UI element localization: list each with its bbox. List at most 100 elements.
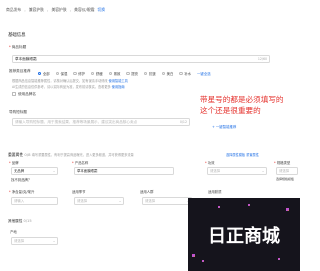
spec-label-text: 规格类型: [276, 161, 291, 165]
brand-name-checkbox[interactable]: [12, 92, 16, 96]
required-mark: *: [274, 161, 276, 165]
people-label: 适用人群: [140, 190, 154, 194]
breadcrumb-item[interactable]: 兼容护肤: [29, 7, 44, 13]
select-all-link[interactable]: 一键全选: [197, 71, 211, 76]
switch-category-link[interactable]: 切换: [97, 7, 105, 13]
radio-icon: [38, 71, 42, 76]
spec-label: *规格类型: [274, 160, 290, 165]
product-name-label-text: 产品名称: [74, 161, 89, 165]
season-select[interactable]: 请选择 ⌄: [74, 197, 124, 205]
attributes-header: 重要属性 0/8 填写重要属性，有利于提高商品曝光，进入更多频道，并可获得更多流…: [8, 152, 134, 158]
other-attributes-header: 其他属性 0/15: [8, 219, 32, 224]
radio-icon: [73, 71, 77, 76]
smart-tool-link[interactable]: 使用智能工具: [109, 79, 128, 83]
reset-attributes-link[interactable]: 重置属性: [246, 153, 259, 157]
breadcrumb: 商品发布 › 兼容护肤 › 美容护肤 › 美容仪/眼霜 切换: [6, 7, 105, 13]
attributes-hint: 填写重要属性，有利于提高商品曝光，进入更多频道，并可获得更多流量: [31, 153, 134, 157]
brand-name-checkbox-label: 使用品牌名: [18, 91, 36, 96]
title-input[interactable]: 草本面膜眼霜 12/60: [12, 55, 270, 63]
radio-icon: [179, 71, 183, 76]
effect-select[interactable]: 请选择 ⌄: [207, 167, 267, 175]
other-attributes-progress: 0/15: [23, 219, 32, 223]
reco-option-label: 抗皱: [148, 72, 156, 76]
radio-icon: [126, 71, 130, 76]
ai-hint: AI生成的信息仅供参考，请以实际商品为准，发布前请核实。查看更多 使用指南: [12, 84, 125, 89]
net-content-input[interactable]: 请输入: [11, 197, 58, 205]
brand-label-text: 品牌: [11, 161, 19, 165]
reco-option[interactable]: 补水: [179, 71, 191, 76]
effect-label: *功效: [205, 160, 214, 165]
breadcrumb-item[interactable]: 美容护肤: [51, 7, 66, 13]
reco-option-label: 全部: [42, 72, 50, 76]
guide-title-input[interactable]: 请输入导购短标题，用于搜索结果、推荐等场景展示，建议突出商品核心卖点 0/12: [12, 118, 190, 126]
radio-icon: [108, 71, 113, 76]
other-attributes-title: 其他属性: [8, 219, 23, 223]
notice-line-1: 带星号的都是必须填写的: [200, 95, 284, 104]
reco-option[interactable]: 舒缓: [91, 71, 103, 76]
guide-title-label: 导购短标题: [9, 110, 27, 114]
required-notice: 带星号的都是必须填写的 这个还是很重要的: [200, 94, 305, 116]
net-content-label: *净含量/克/毫升: [9, 189, 34, 194]
reco-option-label: 提亮: [131, 72, 139, 76]
breadcrumb-item[interactable]: 美容仪/眼霜: [74, 7, 94, 13]
chevron-down-icon: ⌄: [118, 199, 122, 203]
reco-radio-group: 全部 保湿 修护 舒缓 紧致 提亮 抗皱 美白 补水 一键全选: [38, 71, 211, 76]
radio-icon: [55, 71, 60, 76]
logo-text: 日正商城: [208, 225, 280, 247]
origin-select[interactable]: 请选择 ⌄: [11, 237, 58, 245]
store-logo-graphic: 日正商城: [188, 198, 300, 271]
breadcrumb-item[interactable]: 商品发布: [6, 7, 21, 13]
season-placeholder: 请选择: [77, 199, 88, 203]
title-label-text: 商品标题: [11, 45, 27, 49]
reco-option[interactable]: 美白: [161, 71, 174, 76]
required-mark: *: [72, 161, 74, 165]
spec-placeholder: 请选择: [279, 169, 290, 173]
reco-option[interactable]: 紧致: [108, 71, 121, 76]
effect-label-text: 功效: [207, 161, 215, 165]
reco-option[interactable]: 抗皱: [144, 71, 156, 76]
spec-select[interactable]: 请选择: [276, 167, 298, 175]
notice-line-2: 这个还是很重要的: [200, 106, 261, 115]
breadcrumb-separator: ›: [69, 7, 72, 13]
radio-icon: [91, 71, 95, 76]
reco-hint: 根据商品信息智能推荐属性，请核对确认后提交，如有误请手动修改 使用智能工具: [12, 78, 128, 83]
title-counter: 12/60: [257, 57, 267, 61]
guide-title-counter: 0/12: [179, 120, 187, 124]
title-input-value: 草本面膜眼霜: [15, 57, 37, 61]
product-name-input[interactable]: 草本面膜眼霜: [74, 167, 174, 175]
brand-not-found-link[interactable]: 找不到品牌？: [11, 177, 31, 182]
reco-option-label: 紧致: [113, 72, 121, 76]
origin-placeholder: 请选择: [14, 239, 25, 243]
reco-option-label: 舒缓: [95, 72, 103, 76]
product-name-label: *产品名称: [72, 160, 88, 165]
attribute-template-link[interactable]: 选择属性模板: [226, 153, 245, 157]
chevron-down-icon: ⌄: [52, 169, 56, 173]
spec-template-link[interactable]: 选择规格模板: [276, 177, 294, 181]
reco-hint-text: 根据商品信息智能推荐属性，请核对确认后提交，如有误请手动修改: [12, 79, 108, 83]
brand-select[interactable]: 无品牌 ⌄: [11, 167, 58, 175]
reco-option[interactable]: 提亮: [126, 71, 138, 76]
people-placeholder: 请选择: [145, 199, 156, 203]
required-mark: *: [9, 161, 11, 165]
smart-recommend-button[interactable]: + 一键智能推荐: [212, 124, 236, 129]
required-mark: *: [205, 161, 207, 165]
guide-link[interactable]: 使用指南: [112, 85, 125, 89]
attributes-title: 重要属性: [8, 152, 24, 157]
chevron-down-icon: ⌄: [261, 169, 265, 173]
radio-icon: [144, 71, 148, 76]
product-name-value: 草本面膜眼霜: [77, 169, 98, 173]
breadcrumb-separator: ›: [46, 7, 49, 13]
brand-select-value: 无品牌: [14, 169, 25, 173]
net-content-placeholder: 请输入: [14, 199, 25, 203]
attributes-progress: 0/8: [24, 152, 31, 157]
reco-option[interactable]: 全部: [38, 71, 50, 76]
reco-label: 推荐类目推荐: [9, 69, 31, 73]
attributes-links: 选择属性模板 重置属性: [226, 152, 259, 157]
reco-option-label: 美白: [166, 72, 174, 76]
reco-option[interactable]: 保湿: [55, 71, 67, 76]
reco-option[interactable]: 修护: [73, 71, 85, 76]
section-title-basic: 基础信息: [8, 33, 26, 38]
people-select[interactable]: 请选择⌄: [142, 197, 192, 205]
guide-title-placeholder: 请输入导购短标题，用于搜索结果、推荐等场景展示，建议突出商品核心卖点: [15, 120, 138, 124]
ai-hint-text: AI生成的信息仅供参考，请以实际商品为准，发布前请核实。查看更多: [12, 85, 111, 89]
